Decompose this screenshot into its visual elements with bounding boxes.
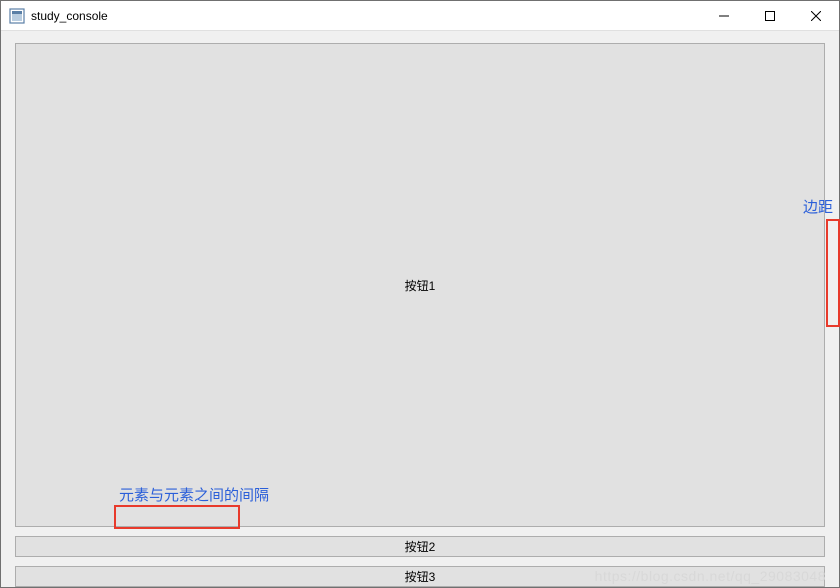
titlebar: study_console xyxy=(1,1,839,31)
button-3[interactable]: 按钮3 xyxy=(15,566,825,587)
minimize-button[interactable] xyxy=(701,1,747,30)
button-2[interactable]: 按钮2 xyxy=(15,536,825,557)
button-1[interactable]: 按钮1 xyxy=(15,43,825,527)
margin-highlight-box xyxy=(826,219,840,327)
client-area: 按钮1 按钮2 按钮3 边距 元素与元素之间的间隔 xyxy=(1,31,839,587)
window-title: study_console xyxy=(31,9,108,23)
titlebar-controls xyxy=(701,1,839,30)
maximize-button[interactable] xyxy=(747,1,793,30)
titlebar-left: study_console xyxy=(9,8,108,24)
close-button[interactable] xyxy=(793,1,839,30)
window-frame: study_console 按钮1 按钮2 按钮3 边距 元素与元素之间的间隔 xyxy=(0,0,840,588)
app-icon xyxy=(9,8,25,24)
